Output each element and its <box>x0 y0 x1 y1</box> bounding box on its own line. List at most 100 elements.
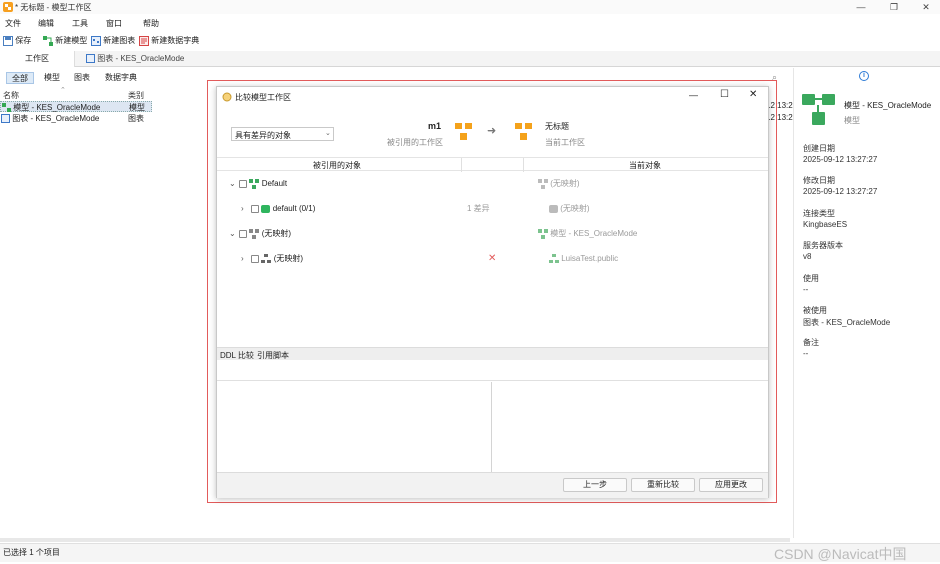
new-model-label: 新建模型 <box>55 36 88 45</box>
lower-tab-strip: DDL 比较 引用脚本 <box>217 347 768 360</box>
tab-chart[interactable]: 图表 - KES_OracleMode <box>78 51 233 67</box>
schema-tree-icon <box>549 253 559 263</box>
modified-value: 2025-09-12 13:27:27 <box>803 187 878 196</box>
filter-tab-dictionary[interactable]: 数据字典 <box>100 72 142 84</box>
tree-row-unmapped-child[interactable]: › (无映射) <box>241 252 303 266</box>
column-type[interactable]: 类别 <box>128 90 144 101</box>
list-item[interactable]: 图表 - KES_OracleMode 图表 <box>0 113 152 124</box>
menu-window[interactable]: 窗口 <box>106 18 122 29</box>
row-label: (无映射) <box>273 254 304 264</box>
toolbar: 保存 新建模型 新建图表 新建数据字典 <box>0 33 940 49</box>
compare-dialog: 比较模型工作区 — ☐ ✕ 具有差异的对象 ⌄ m1 被引用的工作区 ➜ 无标题… <box>216 86 769 498</box>
chart-icon <box>91 35 101 46</box>
target-name: 无标题 <box>545 122 569 131</box>
ddl-right-pane[interactable] <box>493 382 768 472</box>
schema-icon <box>249 229 260 239</box>
connection-type-value: KingbaseES <box>803 220 848 229</box>
row-label: default (0/1) <box>272 204 316 214</box>
chevron-down-icon[interactable]: ⌄ <box>229 227 237 241</box>
horizontal-scrollbar[interactable] <box>0 538 790 542</box>
row-target: 模型 - KES_OracleMode <box>550 229 638 238</box>
tab-ddl-compare[interactable]: DDL 比较 <box>220 350 254 361</box>
row-checkbox[interactable] <box>251 205 260 213</box>
tab-workspace[interactable]: 工作区 <box>0 51 75 67</box>
chevron-down-icon[interactable]: ⌄ <box>229 177 237 191</box>
row-checkbox[interactable] <box>239 180 248 188</box>
tab-reference-script[interactable]: 引用脚本 <box>257 350 289 361</box>
new-chart-button[interactable]: 新建图表 <box>91 35 135 47</box>
list-item[interactable]: 模型 - KES_OracleMode 模型 <box>0 101 152 113</box>
tree-row-unmapped-child-target: LuisaTest.public <box>549 252 618 266</box>
schema-icon <box>249 179 260 189</box>
minimize-button[interactable]: — <box>855 1 867 13</box>
save-button[interactable]: 保存 <box>3 35 31 47</box>
item-name: 图表 - KES_OracleMode <box>12 114 100 123</box>
filter-tab-model[interactable]: 模型 <box>39 72 65 84</box>
apply-changes-button[interactable]: 应用更改 <box>699 478 763 492</box>
close-button[interactable]: ✕ <box>920 1 932 13</box>
dialog-title: 比较模型工作区 <box>235 93 291 102</box>
status-text: 已选择 1 个项目 <box>3 548 60 557</box>
row-target: LuisaTest.public <box>561 254 619 263</box>
menu-tools[interactable]: 工具 <box>72 18 88 29</box>
notes-label: 备注 <box>803 338 819 347</box>
tree-row-schema-target: (无映射) <box>549 202 590 216</box>
modified-label: 修改日期 <box>803 176 835 185</box>
dialog-close-button[interactable]: ✕ <box>749 89 757 100</box>
menu-bar: 文件 编辑 工具 窗口 帮助 <box>0 16 940 30</box>
menu-help[interactable]: 帮助 <box>143 18 159 29</box>
new-chart-label: 新建图表 <box>103 36 136 45</box>
model-icon <box>538 228 548 239</box>
tab-chart-label: 图表 - KES_OracleMode <box>97 54 185 63</box>
database-icon <box>261 205 271 213</box>
new-dictionary-button[interactable]: 新建数据字典 <box>139 35 199 47</box>
used-by-label: 被使用 <box>803 306 827 315</box>
panel-title: 模型 - KES_OracleMode <box>844 101 932 110</box>
schema-tree-icon <box>261 254 272 263</box>
dialog-minimize-button[interactable]: — <box>689 90 698 100</box>
tree-row-unmapped[interactable]: ⌄ (无映射) <box>229 227 291 241</box>
watermark: CSDN @Navicat中国 <box>774 546 907 562</box>
created-label: 创建日期 <box>803 144 835 153</box>
chevron-down-icon: ⌄ <box>325 130 331 137</box>
row-label: Default <box>261 179 288 189</box>
maximize-button[interactable]: ❐ <box>888 1 900 13</box>
row-label: (无映射) <box>261 229 292 239</box>
filter-dropdown[interactable]: 具有差异的对象 ⌄ <box>231 127 334 141</box>
database-icon <box>549 204 558 213</box>
info-icon[interactable]: i <box>859 71 869 81</box>
menu-file[interactable]: 文件 <box>5 18 21 29</box>
new-model-button[interactable]: 新建模型 <box>43 35 87 47</box>
column-name[interactable]: 名称 <box>3 90 19 101</box>
chevron-right-icon[interactable]: › <box>241 202 249 216</box>
tree-row-default[interactable]: ⌄ Default <box>229 177 287 191</box>
used-by-value: 图表 - KES_OracleMode <box>803 318 891 327</box>
row-checkbox[interactable] <box>239 230 248 238</box>
filter-value: 具有差异的对象 <box>235 131 291 140</box>
target-workspace-icon <box>515 123 532 140</box>
dictionary-icon <box>139 35 149 46</box>
source-desc: 被引用的工作区 <box>387 138 443 147</box>
filter-tab-all[interactable]: 全部 <box>6 72 34 84</box>
chevron-right-icon[interactable]: › <box>241 252 249 266</box>
recompare-button[interactable]: 重新比较 <box>631 478 695 492</box>
compare-icon <box>222 92 232 102</box>
filter-tab-chart[interactable]: 图表 <box>69 72 95 84</box>
source-name: m1 <box>428 121 442 131</box>
new-dictionary-label: 新建数据字典 <box>151 36 200 45</box>
menu-edit[interactable]: 编辑 <box>38 18 54 29</box>
server-version-value: v8 <box>803 252 812 261</box>
previous-button[interactable]: 上一步 <box>563 478 627 492</box>
model-icon <box>2 103 11 113</box>
tree-row-unmapped-target: 模型 - KES_OracleMode <box>538 227 637 241</box>
row-checkbox[interactable] <box>251 255 260 263</box>
item-type: 模型 <box>129 103 145 112</box>
dialog-title-bar: 比较模型工作区 — ☐ ✕ <box>217 87 768 107</box>
diff-count: 1 差异 <box>467 204 490 213</box>
schema-icon <box>538 178 548 189</box>
tree-row-default-schema[interactable]: › default (0/1) <box>241 202 315 216</box>
dialog-maximize-button[interactable]: ☐ <box>720 89 729 100</box>
ddl-toolbar-area <box>217 361 768 381</box>
ddl-left-pane[interactable] <box>217 382 492 472</box>
window-title: * 无标题 - 模型工作区 <box>15 3 92 12</box>
